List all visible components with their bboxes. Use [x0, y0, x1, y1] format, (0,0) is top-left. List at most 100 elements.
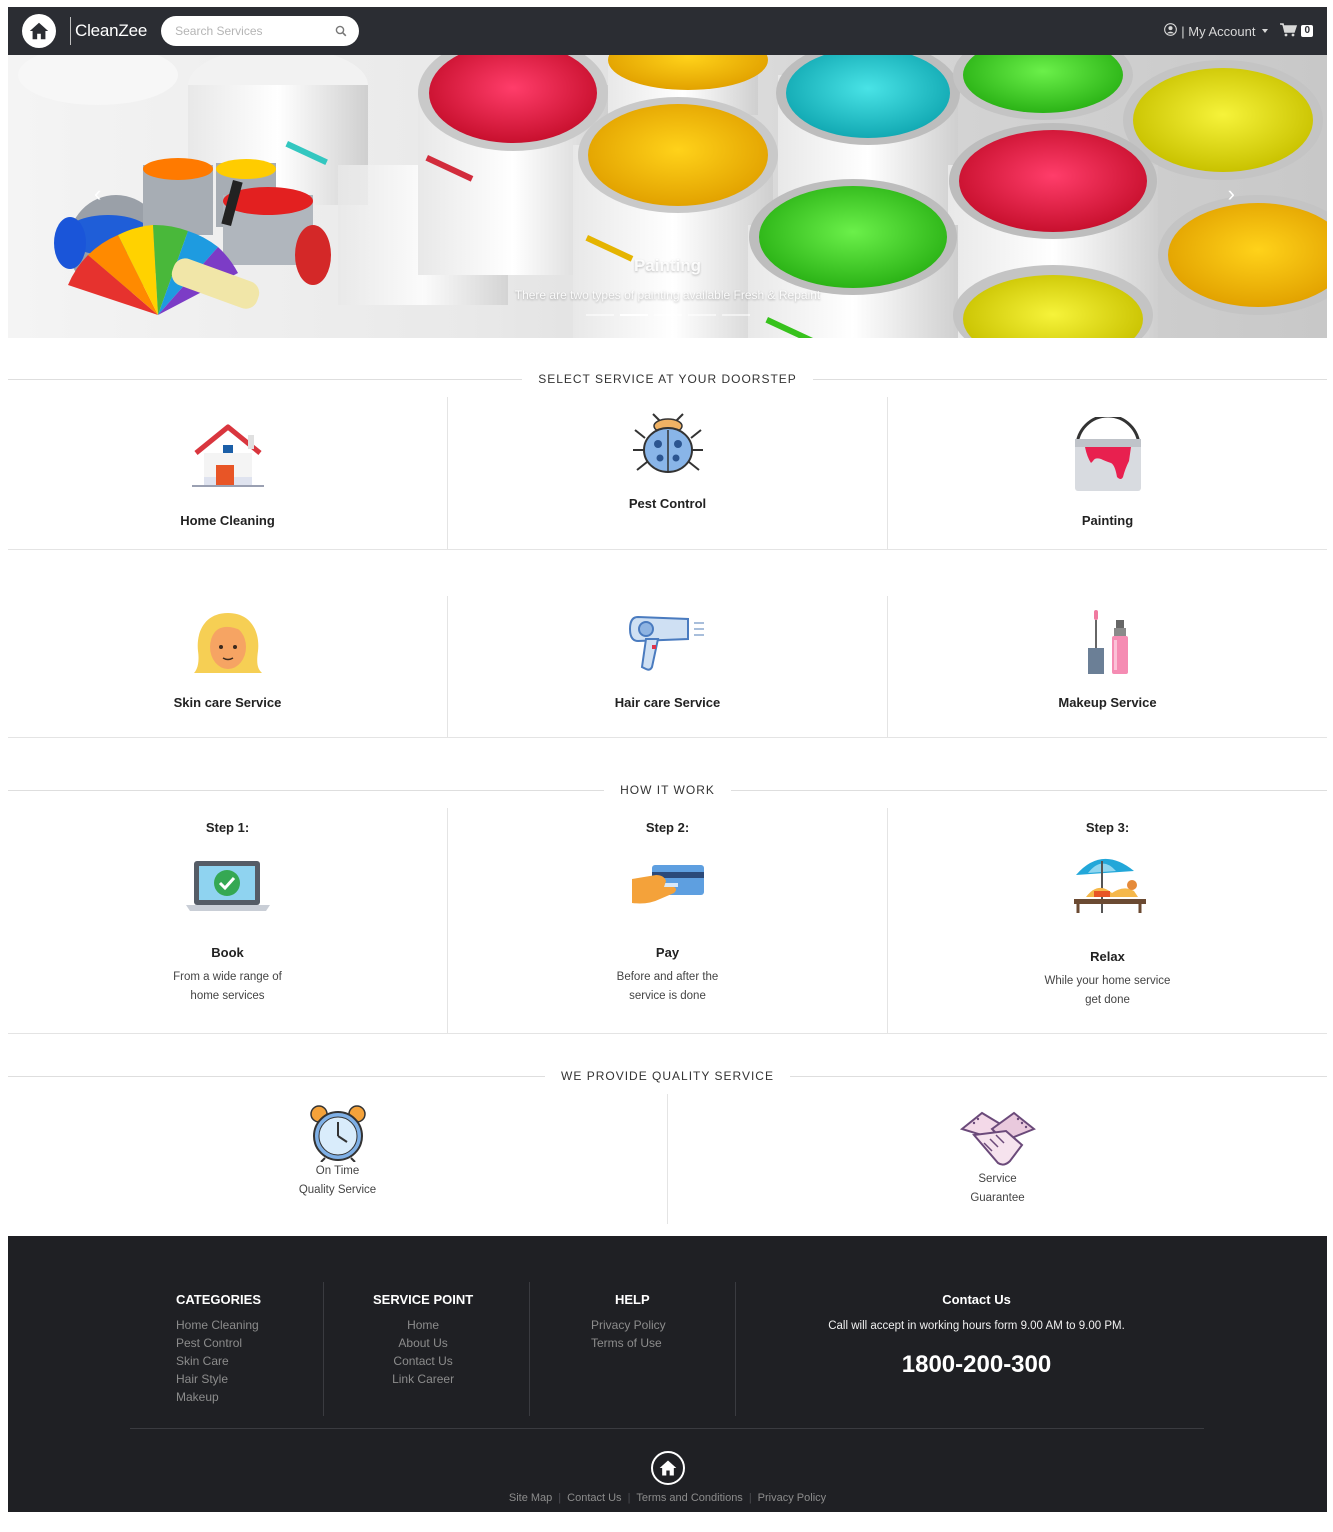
services-row-2: Skin care Service Hair care Service Make… — [8, 596, 1327, 738]
footer-link[interactable]: Home — [373, 1316, 473, 1334]
step-relax: Step 3: Relax While your home service ge… — [888, 808, 1327, 1033]
quality-text: Service Guarantee — [970, 1170, 1024, 1208]
service-name: Makeup Service — [1058, 695, 1157, 710]
quality-line2: Guarantee — [970, 1192, 1025, 1204]
footer-contact-hours: Call will accept in working hours form 9… — [828, 1320, 1125, 1332]
step-number: Step 2: — [645, 820, 690, 835]
section-heading-how: HOW IT WORK — [8, 779, 1327, 801]
footer-link[interactable]: Terms of Use — [591, 1334, 666, 1352]
quality-row: On Time Quality Service Service Guarante… — [8, 1094, 1327, 1224]
handshake-icon — [958, 1106, 1038, 1170]
hero-carousel[interactable]: ‹ › Painting There are two types of pain… — [8, 55, 1327, 338]
footer-bottom-link[interactable]: Privacy Policy — [752, 1492, 832, 1504]
quality-line2: Quality Service — [298, 1184, 377, 1196]
services-row-1: Home Cleaning Pest Control Painting — [8, 397, 1327, 550]
footer-contact: Contact Us Call will accept in working h… — [735, 1292, 1218, 1379]
footer-link[interactable]: About Us — [373, 1334, 473, 1352]
step-description: While your home service get done — [1044, 975, 1171, 1006]
step-label: Relax — [1090, 949, 1125, 964]
service-pest-control[interactable]: Pest Control — [448, 397, 888, 549]
carousel-indicators — [8, 314, 1327, 316]
footer-phone-number[interactable]: 1800-200-300 — [735, 1351, 1218, 1379]
services-heading-text: SELECT SERVICE AT YOUR DOORSTEP — [522, 372, 813, 386]
service-name: Skin care Service — [173, 695, 282, 710]
step-description: Before and after the service is done — [616, 971, 719, 1002]
quality-guarantee: Service Guarantee — [668, 1094, 1327, 1224]
service-makeup[interactable]: Makeup Service — [888, 596, 1327, 737]
quality-line1: Service — [978, 1173, 1017, 1185]
footer-link[interactable]: Hair Style — [176, 1370, 261, 1388]
card-payment-icon — [630, 857, 706, 915]
footer-bottom-link[interactable]: Contact Us — [561, 1492, 627, 1504]
footer-divider-horizontal — [130, 1428, 1204, 1429]
footer-link[interactable]: Makeup — [176, 1388, 261, 1406]
alarm-clock-icon — [307, 1104, 369, 1162]
footer-help: HELP Privacy Policy Terms of Use — [591, 1292, 666, 1352]
section-heading-quality: WE PROVIDE QUALITY SERVICE — [8, 1065, 1327, 1087]
carousel-next-icon[interactable]: › — [1228, 181, 1235, 207]
footer-divider — [529, 1282, 530, 1416]
brand-divider — [70, 17, 71, 45]
service-name: Hair care Service — [614, 695, 721, 710]
carousel-indicator-3[interactable] — [653, 314, 682, 316]
footer-link[interactable]: Pest Control — [176, 1334, 261, 1352]
step-label: Book — [211, 945, 244, 960]
carousel-indicator-5[interactable] — [721, 314, 750, 316]
footer-service-point-title: SERVICE POINT — [373, 1292, 474, 1307]
my-account-dropdown[interactable]: | My Account — [1164, 23, 1269, 39]
footer-link[interactable]: Link Career — [373, 1370, 473, 1388]
footer-categories: CATEGORIES Home Cleaning Pest Control Sk… — [176, 1292, 261, 1406]
footer-link[interactable]: Home Cleaning — [176, 1316, 261, 1334]
hero-caption: Painting There are two types of painting… — [8, 256, 1327, 302]
service-name: Home Cleaning — [180, 513, 275, 528]
step-pay: Step 2: Pay Before and after the service… — [448, 808, 888, 1033]
footer-link[interactable]: Contact Us — [373, 1352, 473, 1370]
step-description: From a wide range of home services — [173, 971, 282, 1002]
how-heading-text: HOW IT WORK — [604, 783, 731, 797]
carousel-indicator-4[interactable] — [687, 314, 716, 316]
search-input[interactable] — [175, 24, 326, 38]
cart-count-badge: 0 — [1301, 25, 1313, 37]
paint-bucket-icon — [1071, 413, 1145, 501]
brand-name[interactable]: CleanZee — [75, 21, 147, 41]
step-number: Step 3: — [1085, 820, 1130, 835]
service-skin-care[interactable]: Skin care Service — [8, 596, 448, 737]
search-icon[interactable] — [335, 25, 347, 37]
quality-line1: On Time — [315, 1165, 360, 1177]
footer-bottom-link[interactable]: Site Map — [503, 1492, 558, 1504]
footer-help-title: HELP — [615, 1292, 650, 1307]
hair-dryer-icon — [628, 610, 708, 676]
section-heading-services: SELECT SERVICE AT YOUR DOORSTEP — [8, 368, 1327, 390]
service-name: Pest Control — [628, 496, 707, 511]
my-account-label: | My Account — [1181, 23, 1256, 39]
bug-icon — [631, 409, 705, 481]
chevron-down-icon — [1262, 29, 1269, 33]
footer-categories-title: CATEGORIES — [176, 1292, 261, 1307]
cart-icon — [1280, 22, 1298, 40]
footer-link[interactable]: Skin Care — [176, 1352, 261, 1370]
page: CleanZee | My Account 0 — [8, 7, 1327, 1512]
footer-bottom-links: Site Map | Contact Us | Terms and Conditions… — [8, 1492, 1327, 1504]
service-painting[interactable]: Painting — [888, 397, 1327, 549]
step-book: Step 1: Book From a wide range of home s… — [8, 808, 448, 1033]
cart-button[interactable]: 0 — [1280, 22, 1313, 40]
hero-subtitle: There are two types of painting availabl… — [514, 288, 821, 302]
home-logo-icon[interactable] — [22, 14, 56, 48]
footer-divider — [323, 1282, 324, 1416]
footer-bottom-link[interactable]: Terms and Conditions — [630, 1492, 748, 1504]
footer: CATEGORIES Home Cleaning Pest Control Sk… — [8, 1236, 1327, 1512]
footer-link[interactable]: Privacy Policy — [591, 1316, 666, 1334]
service-hair-care[interactable]: Hair care Service — [448, 596, 888, 737]
footer-home-icon[interactable] — [651, 1451, 685, 1485]
search-box — [161, 16, 360, 46]
user-icon — [1164, 23, 1178, 39]
quality-heading-text: WE PROVIDE QUALITY SERVICE — [545, 1069, 790, 1083]
carousel-indicator-2[interactable] — [619, 314, 648, 316]
service-home-cleaning[interactable]: Home Cleaning — [8, 397, 448, 549]
footer-contact-title: Contact Us — [942, 1292, 1011, 1307]
service-name: Painting — [1081, 513, 1134, 528]
step-label: Pay — [655, 945, 680, 960]
hero-title: Painting — [633, 256, 702, 275]
carousel-prev-icon[interactable]: ‹ — [94, 181, 101, 207]
carousel-indicator-1[interactable] — [585, 314, 614, 316]
